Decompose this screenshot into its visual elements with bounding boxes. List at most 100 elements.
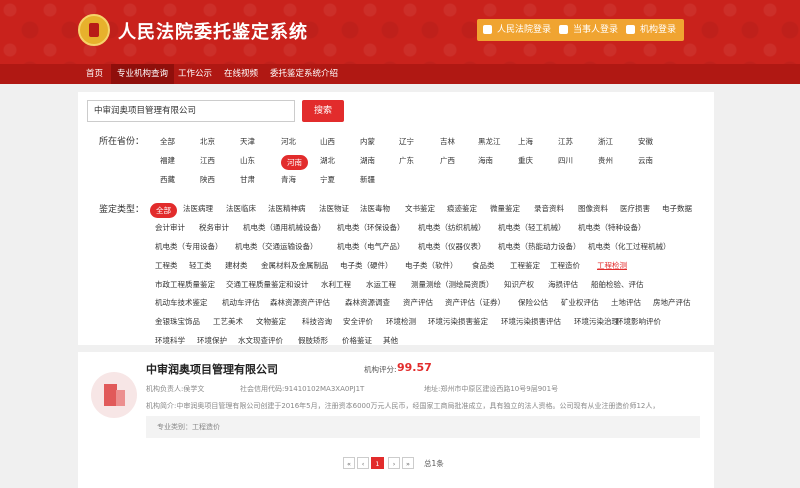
type-option[interactable]: 机电类（轻工机械） bbox=[498, 222, 566, 233]
type-option[interactable]: 市政工程质量鉴定 bbox=[155, 279, 215, 290]
search-input[interactable]: 中审润奥项目管理有限公司 bbox=[87, 100, 295, 122]
province-option[interactable]: 重庆 bbox=[518, 155, 533, 166]
type-option[interactable]: 文书鉴定 bbox=[405, 203, 435, 214]
type-option[interactable]: 工程鉴定 bbox=[510, 260, 540, 271]
province-option[interactable]: 山西 bbox=[320, 136, 335, 147]
type-option[interactable]: 机电类（纺织机械） bbox=[418, 222, 486, 233]
type-option[interactable]: 工程类 bbox=[155, 260, 178, 271]
nav-home[interactable]: 首页 bbox=[80, 64, 109, 84]
type-option[interactable]: 金银珠宝饰品 bbox=[155, 316, 200, 327]
type-option[interactable]: 法医精神病 bbox=[268, 203, 306, 214]
type-option[interactable]: 环境污染损害评估 bbox=[501, 316, 561, 327]
type-option[interactable]: 科技咨询 bbox=[302, 316, 332, 327]
type-option[interactable]: 建材类 bbox=[225, 260, 248, 271]
type-option[interactable]: 机电类（热能动力设备） bbox=[498, 241, 581, 252]
type-option[interactable]: 海损评估 bbox=[548, 279, 578, 290]
province-option[interactable]: 青海 bbox=[281, 174, 296, 185]
type-option[interactable]: 环境污染损害鉴定 bbox=[428, 316, 488, 327]
type-option[interactable]: 船舶检验、评估 bbox=[591, 279, 644, 290]
type-option[interactable]: 机动车技术鉴定 bbox=[155, 297, 208, 308]
type-option[interactable]: 环境污染治理 bbox=[574, 316, 619, 327]
type-option[interactable]: 机电类（环保设备） bbox=[337, 222, 405, 233]
type-option[interactable]: 法医物证 bbox=[319, 203, 349, 214]
type-option[interactable]: 电子类（软件） bbox=[405, 260, 458, 271]
prev-page-button[interactable]: ‹ bbox=[357, 457, 369, 469]
nav-online-video[interactable]: 在线视频 bbox=[218, 64, 264, 84]
type-option[interactable]: 其他 bbox=[383, 335, 398, 346]
province-option[interactable]: 吉林 bbox=[440, 136, 455, 147]
type-option[interactable]: 电子数据 bbox=[662, 203, 692, 214]
type-option[interactable]: 机动车评估 bbox=[222, 297, 260, 308]
type-option[interactable]: 房地产评估 bbox=[653, 297, 691, 308]
province-option[interactable]: 山东 bbox=[240, 155, 255, 166]
type-option[interactable]: 安全评价 bbox=[343, 316, 373, 327]
type-option[interactable]: 价格鉴证 bbox=[342, 335, 372, 346]
province-option[interactable]: 北京 bbox=[200, 136, 215, 147]
type-option[interactable]: 机电类（专用设备） bbox=[155, 241, 223, 252]
type-option[interactable]: 痕迹鉴定 bbox=[447, 203, 477, 214]
province-option[interactable]: 江西 bbox=[200, 155, 215, 166]
type-option[interactable]: 资产评估 bbox=[403, 297, 433, 308]
nav-agency-search[interactable]: 专业机构查询 bbox=[111, 64, 175, 84]
agency-name[interactable]: 中审润奥项目管理有限公司 bbox=[146, 361, 278, 377]
type-option[interactable]: 机电类（仪器仪表） bbox=[418, 241, 486, 252]
type-option[interactable]: 法医临床 bbox=[226, 203, 256, 214]
type-option[interactable]: 法医毒物 bbox=[360, 203, 390, 214]
type-option[interactable]: 图像资料 bbox=[578, 203, 608, 214]
province-option[interactable]: 福建 bbox=[160, 155, 175, 166]
search-button[interactable]: 搜索 bbox=[302, 100, 344, 122]
type-option[interactable]: 机电类（电气产品） bbox=[337, 241, 405, 252]
last-page-button[interactable]: » bbox=[402, 457, 414, 469]
type-option[interactable]: 税务审计 bbox=[199, 222, 229, 233]
province-option[interactable]: 西藏 bbox=[160, 174, 175, 185]
agency-login-button[interactable]: 机构登录 bbox=[620, 19, 685, 41]
type-option[interactable]: 水运工程 bbox=[366, 279, 396, 290]
type-option[interactable]: 机电类（通用机械设备） bbox=[243, 222, 326, 233]
type-option[interactable]: 会计审计 bbox=[155, 222, 185, 233]
type-option[interactable]: 全部 bbox=[150, 203, 177, 218]
type-option[interactable]: 工程造价 bbox=[550, 260, 580, 271]
first-page-button[interactable]: « bbox=[343, 457, 355, 469]
type-option[interactable]: 矿业权评估 bbox=[561, 297, 599, 308]
type-option[interactable]: 测量测绘（测绘局资质） bbox=[411, 279, 494, 290]
province-option[interactable]: 内蒙 bbox=[360, 136, 375, 147]
province-option[interactable]: 辽宁 bbox=[399, 136, 414, 147]
type-option[interactable]: 工艺美术 bbox=[213, 316, 243, 327]
court-login-button[interactable]: 人民法院登录 bbox=[477, 19, 560, 41]
province-option[interactable]: 天津 bbox=[240, 136, 255, 147]
type-option[interactable]: 工程检测 bbox=[597, 260, 627, 271]
type-option[interactable]: 环境影响评价 bbox=[616, 316, 661, 327]
type-option[interactable]: 金属材料及金属制品 bbox=[261, 260, 329, 271]
type-option[interactable]: 假肢矫形 bbox=[298, 335, 328, 346]
province-option[interactable]: 浙江 bbox=[598, 136, 613, 147]
type-option[interactable]: 水文现查评价 bbox=[238, 335, 283, 346]
type-option[interactable]: 微量鉴定 bbox=[490, 203, 520, 214]
province-option[interactable]: 宁夏 bbox=[320, 174, 335, 185]
party-login-button[interactable]: 当事人登录 bbox=[553, 19, 627, 41]
type-option[interactable]: 环境检测 bbox=[386, 316, 416, 327]
type-option[interactable]: 机电类（化工过程机械） bbox=[588, 241, 671, 252]
province-option[interactable]: 上海 bbox=[518, 136, 533, 147]
province-option[interactable]: 云南 bbox=[638, 155, 653, 166]
nav-system-intro[interactable]: 委托鉴定系统介绍 bbox=[264, 64, 344, 84]
type-option[interactable]: 录音资料 bbox=[534, 203, 564, 214]
province-option[interactable]: 河南 bbox=[281, 155, 308, 170]
type-option[interactable]: 知识产权 bbox=[504, 279, 534, 290]
nav-work-notice[interactable]: 工作公示 bbox=[172, 64, 218, 84]
province-option[interactable]: 陕西 bbox=[200, 174, 215, 185]
type-option[interactable]: 环境保护 bbox=[197, 335, 227, 346]
next-page-button[interactable]: › bbox=[388, 457, 400, 469]
type-option[interactable]: 医疗损害 bbox=[620, 203, 650, 214]
type-option[interactable]: 森林资源调查 bbox=[345, 297, 390, 308]
type-option[interactable]: 文物鉴定 bbox=[256, 316, 286, 327]
type-option[interactable]: 机电类（交通运输设备） bbox=[235, 241, 318, 252]
province-option[interactable]: 新疆 bbox=[360, 174, 375, 185]
type-option[interactable]: 水利工程 bbox=[321, 279, 351, 290]
type-option[interactable]: 森林资源资产评估 bbox=[270, 297, 330, 308]
province-option[interactable]: 海南 bbox=[478, 155, 493, 166]
type-option[interactable]: 电子类（硬件） bbox=[340, 260, 393, 271]
province-option[interactable]: 河北 bbox=[281, 136, 296, 147]
province-option[interactable]: 黑龙江 bbox=[478, 136, 501, 147]
province-option[interactable]: 贵州 bbox=[598, 155, 613, 166]
type-option[interactable]: 土地评估 bbox=[611, 297, 641, 308]
